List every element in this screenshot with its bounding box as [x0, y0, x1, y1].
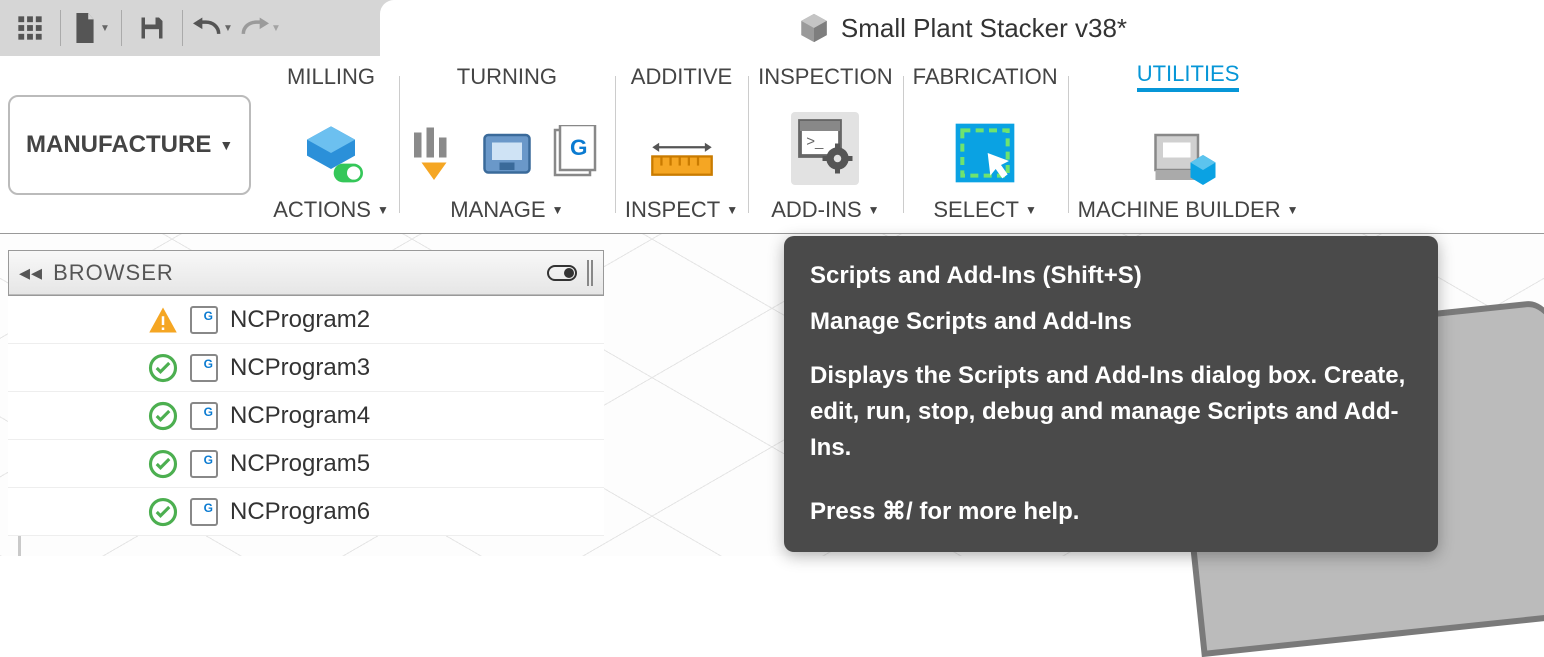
tab-additive[interactable]: ADDITIVE	[631, 62, 732, 92]
chevron-down-icon: ▼	[271, 23, 281, 34]
check-icon	[148, 401, 178, 431]
browser-title: BROWSER	[53, 260, 174, 286]
chevron-down-icon: ▼	[868, 203, 880, 217]
ribbon-group-machine-builder: UTILITIES MACHINE BUILDER▼	[1068, 56, 1309, 233]
group-footer-inspect[interactable]: INSPECT▼	[625, 197, 738, 223]
gcode-icon: G	[190, 402, 218, 430]
tree-item-label: NCProgram5	[230, 450, 370, 478]
browser-tree: G NCProgram2 G NCProgram3 G NCProgram4 G…	[8, 296, 604, 536]
document-title-bar: Small Plant Stacker v38*	[380, 0, 1544, 56]
ribbon-group-select: FABRICATION SELECT▼	[903, 56, 1068, 233]
workspace-dropdown[interactable]: MANUFACTURE ▼	[8, 95, 251, 195]
browser-panel: ◂◂ BROWSER	[8, 250, 604, 296]
tree-item[interactable]: G NCProgram3	[8, 344, 604, 392]
ribbon-group-actions: MILLING ACTIONS▼	[263, 56, 399, 233]
tooltip-subtitle: Manage Scripts and Add-Ins	[810, 304, 1412, 340]
separator	[60, 10, 61, 46]
tooltip-body: Displays the Scripts and Add-Ins dialog …	[810, 358, 1412, 466]
cube-icon	[797, 11, 831, 45]
svg-text:>_: >_	[807, 133, 825, 150]
chevron-down-icon: ▼	[1025, 203, 1037, 217]
tab-inspection[interactable]: INSPECTION	[758, 62, 892, 92]
warning-icon	[148, 305, 178, 335]
ribbon-group-inspect: ADDITIVE INSPECT▼	[615, 56, 748, 233]
gcode-icon: G	[190, 498, 218, 526]
group-footer-actions[interactable]: ACTIONS▼	[273, 197, 389, 223]
check-icon	[148, 353, 178, 383]
document-title: Small Plant Stacker v38*	[841, 13, 1127, 44]
chevron-down-icon: ▼	[223, 23, 233, 34]
workspace-label: MANUFACTURE	[26, 131, 211, 159]
select-icon[interactable]	[953, 121, 1017, 185]
gcode-icon: G	[190, 354, 218, 382]
separator	[121, 10, 122, 46]
tab-fabrication[interactable]: FABRICATION	[913, 62, 1058, 92]
tree-item[interactable]: G NCProgram2	[8, 296, 604, 344]
save-button[interactable]	[130, 6, 174, 50]
tab-utilities[interactable]: UTILITIES	[1137, 62, 1240, 92]
machine-builder-icon[interactable]	[1153, 125, 1223, 185]
measure-icon[interactable]	[650, 137, 714, 185]
file-new-button[interactable]: ▼	[69, 6, 113, 50]
browser-header[interactable]: ◂◂ BROWSER	[9, 251, 603, 295]
chevron-down-icon: ▼	[726, 203, 738, 217]
tree-item-label: NCProgram3	[230, 354, 370, 382]
tooltip-title: Scripts and Add-Ins (Shift+S)	[810, 258, 1412, 294]
tree-item[interactable]: G NCProgram4	[8, 392, 604, 440]
machine-library-icon[interactable]	[477, 125, 537, 185]
tree-item-label: NCProgram2	[230, 306, 370, 334]
undo-button[interactable]: ▼	[191, 6, 235, 50]
group-footer-manage[interactable]: MANAGE▼	[450, 197, 563, 223]
group-footer-addins[interactable]: ADD-INS▼	[771, 197, 879, 223]
ribbon: MANUFACTURE ▼ MILLING ACTIONS▼ TURNING	[0, 56, 1544, 234]
tree-item[interactable]: G NCProgram5	[8, 440, 604, 488]
redo-button[interactable]: ▼	[239, 6, 283, 50]
chevron-down-icon: ▼	[1287, 203, 1299, 217]
check-icon	[148, 497, 178, 527]
svg-text:G: G	[570, 135, 588, 160]
chevron-down-icon: ▼	[100, 23, 110, 34]
chevron-down-icon: ▼	[219, 137, 233, 153]
generate-icon[interactable]	[299, 121, 363, 185]
chevron-down-icon: ▼	[377, 203, 389, 217]
tree-item[interactable]: G NCProgram6	[8, 488, 604, 536]
gcode-icon: G	[190, 306, 218, 334]
toggle-icon[interactable]	[547, 265, 577, 281]
tree-item-label: NCProgram4	[230, 402, 370, 430]
separator	[182, 10, 183, 46]
tooltip: Scripts and Add-Ins (Shift+S) Manage Scr…	[784, 236, 1438, 552]
app-grid-button[interactable]	[8, 6, 52, 50]
check-icon	[148, 449, 178, 479]
collapse-icon[interactable]: ◂◂	[19, 260, 43, 286]
tree-item-label: NCProgram6	[230, 498, 370, 526]
ribbon-group-manage: TURNING G MANAGE▼	[399, 56, 615, 233]
gcode-icon: G	[190, 450, 218, 478]
grip-icon[interactable]	[587, 260, 593, 286]
group-footer-machine-builder[interactable]: MACHINE BUILDER▼	[1078, 197, 1299, 223]
tooltip-help: Press ⌘/ for more help.	[810, 494, 1412, 530]
chevron-down-icon: ▼	[552, 203, 564, 217]
ribbon-group-addins: INSPECTION >_ ADD-INS▼	[748, 56, 902, 233]
group-footer-select[interactable]: SELECT▼	[933, 197, 1036, 223]
nc-program-icon[interactable]: G	[545, 125, 605, 185]
quick-access-toolbar: ▼ ▼ ▼ Small Plant Stacker v38*	[0, 0, 1544, 56]
tab-turning[interactable]: TURNING	[457, 62, 557, 92]
scripts-addins-button[interactable]: >_	[791, 112, 859, 185]
tool-library-icon[interactable]	[409, 125, 469, 185]
tab-milling[interactable]: MILLING	[287, 62, 375, 92]
